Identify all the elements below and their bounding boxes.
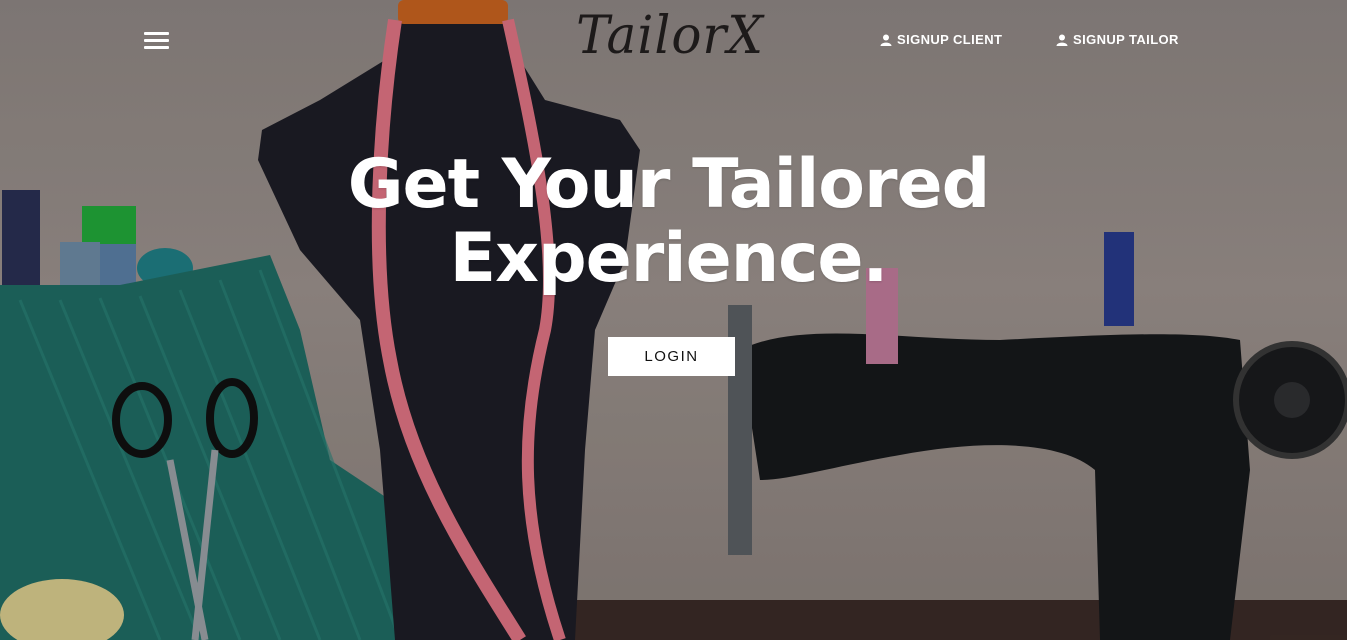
signup-client-label: SIGNUP CLIENT (897, 32, 1003, 47)
image-overlay (0, 0, 1347, 640)
site-logo[interactable]: TailorX (540, 5, 800, 66)
signup-tailor-link[interactable]: SIGNUP TAILOR (1056, 32, 1179, 47)
menu-bar (144, 39, 169, 42)
headline-line-1: Get Your Tailored (347, 145, 991, 224)
signup-tailor-label: SIGNUP TAILOR (1073, 32, 1179, 47)
hero-headline: Get Your Tailored Experience. (300, 148, 1037, 296)
login-button[interactable]: LOGIN (608, 337, 735, 376)
hero-section: TailorX SIGNUP CLIENT SIGNUP TAILOR Get … (0, 0, 1347, 640)
menu-bar (144, 46, 169, 49)
headline-line-2: Experience. (449, 219, 889, 298)
signup-client-link[interactable]: SIGNUP CLIENT (880, 32, 1002, 47)
top-navigation: TailorX SIGNUP CLIENT SIGNUP TAILOR (0, 0, 1347, 80)
user-icon (1056, 34, 1068, 46)
hamburger-menu-icon[interactable] (144, 30, 170, 52)
user-icon (880, 34, 892, 46)
menu-bar (144, 32, 169, 35)
